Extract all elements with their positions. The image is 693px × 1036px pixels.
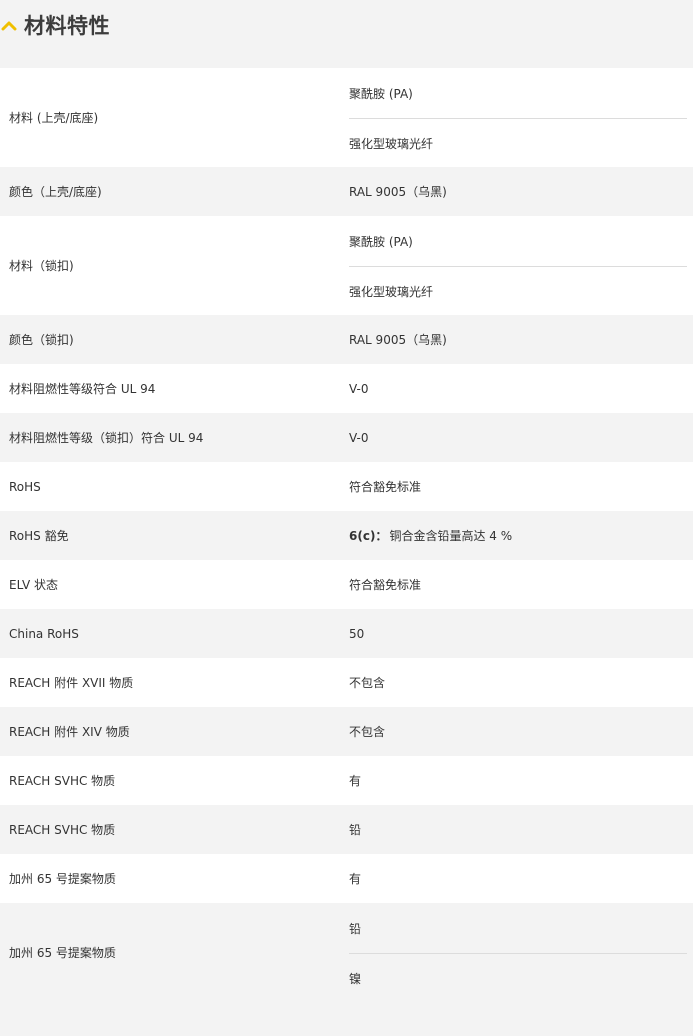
property-row: 加州 65 号提案物质 有 — [0, 854, 693, 903]
property-values: 有 — [349, 854, 693, 903]
property-row: 加州 65 号提案物质铅镍 — [0, 903, 693, 1002]
properties-table: 材料 (上壳/底座) 聚酰胺 (PA) 强化型玻璃光纤 颜色（上壳/底座) RAL 90… — [0, 68, 693, 1002]
property-value: 不包含 — [349, 725, 386, 739]
property-value: 6(c)： 铜合金含铅量高达 4 % — [349, 529, 513, 543]
property-label: 颜色（上壳/底座) — [9, 185, 102, 199]
property-value: 聚酰胺 (PA) — [349, 234, 413, 249]
property-value: 有 — [349, 774, 362, 788]
property-label: REACH SVHC 物质 — [9, 774, 116, 788]
property-value: 强化型玻璃光纤 — [349, 266, 687, 315]
property-values: 铅镍 — [349, 903, 693, 1002]
property-values: 50 — [349, 609, 693, 658]
property-row: 材料阻燃性等级（锁扣）符合 UL 94 V-0 — [0, 413, 693, 462]
property-row: RoHS 符合豁免标准 — [0, 462, 693, 511]
property-label: REACH 附件 XIV 物质 — [9, 725, 130, 739]
property-value: 聚酰胺 (PA) — [349, 86, 413, 101]
property-value: 50 — [349, 626, 365, 641]
property-row: 颜色（锁扣) RAL 9005（乌黑) — [0, 315, 693, 364]
property-values: 聚酰胺 (PA) 强化型玻璃光纤 — [349, 68, 693, 167]
property-values: 6(c)： 铜合金含铅量高达 4 % — [349, 511, 693, 560]
property-label: 材料阻燃性等级（锁扣）符合 UL 94 — [9, 431, 204, 445]
property-label: 材料（锁扣) — [9, 259, 74, 273]
property-values: 不包含 — [349, 658, 693, 707]
section-header-material-properties[interactable]: 材料特性 — [0, 0, 693, 50]
property-value: 符合豁免标准 — [349, 480, 422, 494]
property-row: China RoHS 50 — [0, 609, 693, 658]
property-label: REACH SVHC 物质 — [9, 823, 116, 837]
property-label: 加州 65 号提案物质 — [9, 872, 116, 886]
property-label: RoHS — [9, 479, 41, 494]
property-value: 符合豁免标准 — [349, 578, 422, 592]
property-value: 有 — [349, 872, 362, 886]
property-label: 材料 (上壳/底座) — [9, 111, 99, 125]
section-title: 材料特性 — [24, 14, 110, 38]
property-values: 有 — [349, 756, 693, 805]
property-value: 铅 — [349, 921, 362, 936]
property-value: RAL 9005（乌黑) — [349, 333, 447, 347]
property-row: REACH SVHC 物质 有 — [0, 756, 693, 805]
property-row: REACH 附件 XIV 物质 不包含 — [0, 707, 693, 756]
property-value: V-0 — [349, 381, 369, 396]
property-row: 颜色（上壳/底座) RAL 9005（乌黑) — [0, 167, 693, 216]
value-prefix: 6(c)： — [349, 529, 388, 543]
property-values: RAL 9005（乌黑) — [349, 315, 693, 364]
property-row: ELV 状态 符合豁免标准 — [0, 560, 693, 609]
property-label: RoHS 豁免 — [9, 529, 69, 543]
property-values: RAL 9005（乌黑) — [349, 167, 693, 216]
property-row: RoHS 豁免 6(c)： 铜合金含铅量高达 4 % — [0, 511, 693, 560]
property-values: V-0 — [349, 413, 693, 462]
property-value: 铅 — [349, 823, 362, 837]
property-label: ELV 状态 — [9, 578, 58, 592]
property-label: China RoHS — [9, 626, 79, 641]
property-row: 材料 (上壳/底座) 聚酰胺 (PA) 强化型玻璃光纤 — [0, 68, 693, 167]
property-value: V-0 — [349, 430, 369, 445]
property-label: 加州 65 号提案物质 — [9, 946, 116, 960]
property-label: 材料阻燃性等级符合 UL 94 — [9, 382, 156, 396]
property-value: 镍 — [349, 953, 687, 1002]
property-value: 强化型玻璃光纤 — [349, 118, 687, 167]
property-values: 符合豁免标准 — [349, 462, 693, 511]
property-values: 不包含 — [349, 707, 693, 756]
chevron-up-icon[interactable] — [0, 14, 20, 36]
property-values: 符合豁免标准 — [349, 560, 693, 609]
property-value: 不包含 — [349, 676, 386, 690]
property-values: 聚酰胺 (PA) 强化型玻璃光纤 — [349, 216, 693, 315]
property-values: 铅 — [349, 805, 693, 854]
property-label: 颜色（锁扣) — [9, 333, 74, 347]
property-label: REACH 附件 XVII 物质 — [9, 676, 134, 690]
property-row: 材料阻燃性等级符合 UL 94 V-0 — [0, 364, 693, 413]
property-row: REACH 附件 XVII 物质 不包含 — [0, 658, 693, 707]
property-row: 材料（锁扣) 聚酰胺 (PA) 强化型玻璃光纤 — [0, 216, 693, 315]
property-row: REACH SVHC 物质 铅 — [0, 805, 693, 854]
property-value: RAL 9005（乌黑) — [349, 185, 447, 199]
property-values: V-0 — [349, 364, 693, 413]
